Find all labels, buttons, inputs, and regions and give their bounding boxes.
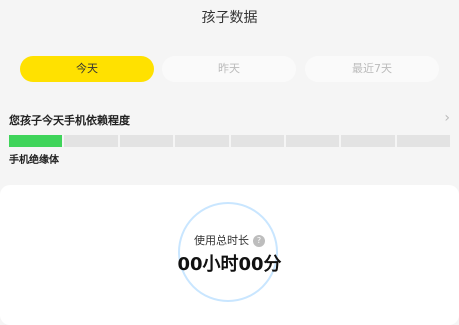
dependency-segment — [9, 135, 63, 147]
dependency-title: 您孩子今天手机依赖程度 — [9, 114, 130, 127]
dependency-segment — [230, 135, 284, 147]
dependency-segment — [396, 135, 450, 147]
tab-today[interactable]: 今天 — [20, 56, 154, 82]
tab-last-7-days[interactable]: 最近7天 — [305, 56, 439, 82]
dependency-segment — [341, 135, 395, 147]
dependency-row[interactable]: 您孩子今天手机依赖程度 › — [9, 110, 450, 128]
usage-total-value: 00小时00分 — [177, 254, 282, 275]
dependency-segment — [119, 135, 174, 147]
tab-yesterday[interactable]: 昨天 — [162, 56, 296, 82]
dependency-level-label: 手机绝缘体 — [9, 155, 59, 166]
date-range-tabs: 今天 昨天 最近7天 — [0, 56, 459, 82]
usage-total-label-row: 使用总时长? — [0, 232, 459, 248]
dependency-segment — [285, 135, 340, 147]
dependency-level-bar — [9, 135, 450, 147]
dependency-segment — [175, 135, 229, 147]
page-title: 孩子数据 — [201, 10, 258, 26]
chevron-right-icon: › — [444, 110, 450, 126]
usage-total-label: 使用总时长 — [194, 234, 249, 247]
help-icon[interactable]: ? — [253, 235, 265, 247]
dependency-segment — [64, 135, 118, 147]
